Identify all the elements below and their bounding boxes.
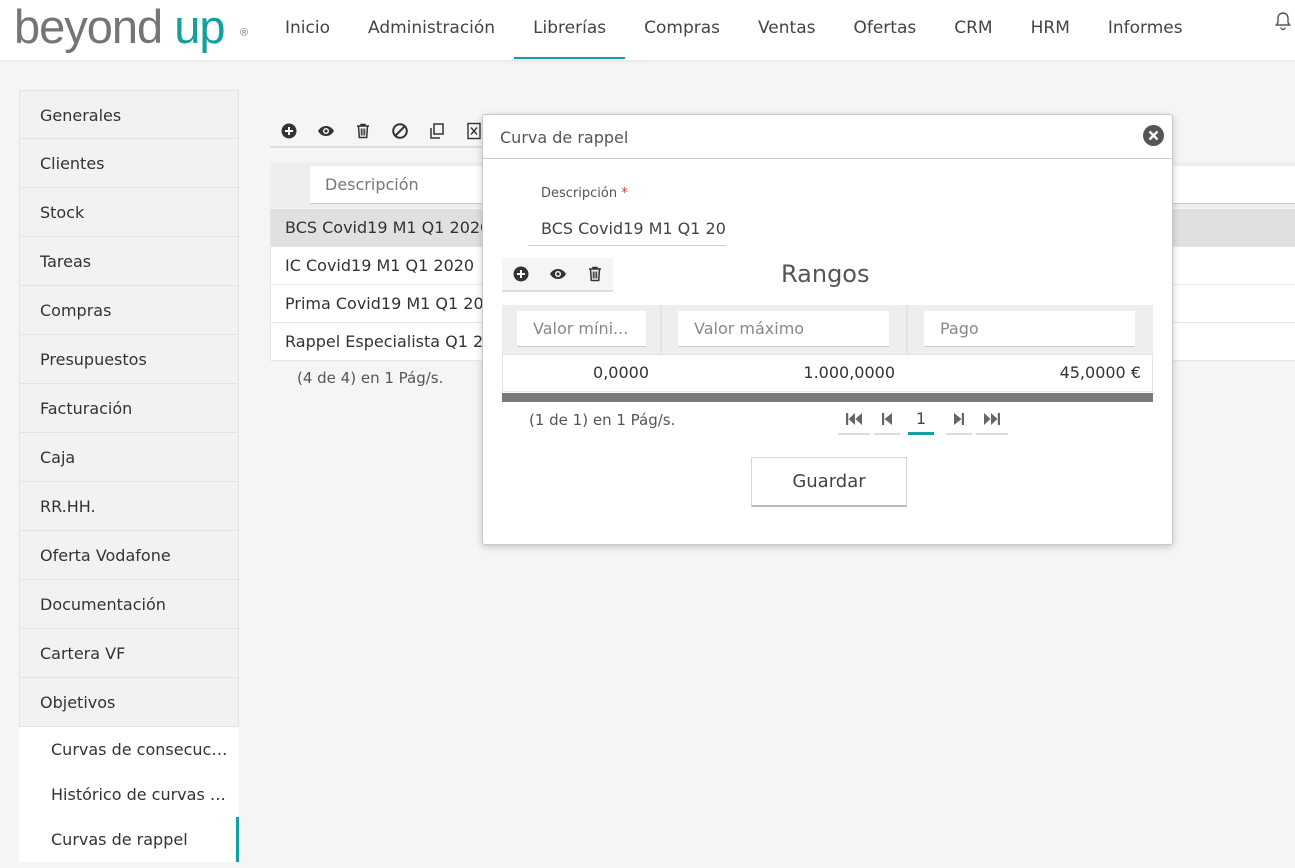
sidebar-subitem-curvas-rappel[interactable]: Curvas de rappel [19, 817, 239, 862]
required-mark: * [621, 186, 628, 201]
ban-icon [391, 122, 408, 139]
horizontal-scrollbar[interactable] [502, 393, 1153, 402]
sidebar-subitem-historico-curvas[interactable]: Histórico de curvas de consecución [19, 772, 239, 817]
sidebar-subitem-curvas-consecucion[interactable]: Curvas de consecución [19, 727, 239, 772]
nav-item-inicio[interactable]: Inicio [266, 0, 349, 60]
list-toolbar [270, 115, 492, 148]
delete-button[interactable] [344, 115, 381, 148]
logo-text-up: up [174, 0, 225, 53]
pago-cell: 45,0000 € [1059, 363, 1141, 382]
close-icon[interactable] [1142, 124, 1165, 147]
column-divider [660, 305, 662, 354]
max-value-cell: 1.000,0000 [803, 363, 895, 382]
view-range-button[interactable] [539, 258, 576, 292]
nav-item-ventas[interactable]: Ventas [739, 0, 834, 60]
logo-registered-mark: ® [240, 27, 248, 39]
view-button[interactable] [307, 115, 344, 148]
copy-icon [429, 122, 444, 139]
sidebar-item-stock[interactable]: Stock [19, 188, 239, 237]
logo-text-beyond: beyond [14, 0, 163, 53]
excel-icon [466, 122, 481, 139]
max-value-filter[interactable]: Valor máximo [678, 311, 889, 347]
trash-icon [356, 123, 369, 138]
copy-button[interactable] [418, 115, 455, 148]
delete-range-button[interactable] [576, 258, 613, 292]
disable-button[interactable] [381, 115, 418, 148]
description-label-text: Descripción [541, 186, 618, 201]
ranges-title: Rangos [781, 260, 870, 288]
first-page-button[interactable] [838, 405, 870, 435]
main-nav: Inicio Administración Librerías Compras … [266, 0, 1202, 60]
sidebar-item-facturacion[interactable]: Facturación [19, 384, 239, 433]
column-divider [906, 305, 908, 354]
curva-rappel-dialog: Curva de rappel Descripción * Rangos Val… [482, 114, 1173, 545]
prev-page-button[interactable] [874, 405, 900, 435]
eye-icon [549, 269, 566, 279]
dialog-title: Curva de rappel [500, 128, 629, 147]
nav-item-compras[interactable]: Compras [625, 0, 739, 60]
min-value-filter[interactable]: Valor míni... [517, 311, 646, 347]
nav-item-administracion[interactable]: Administración [349, 0, 514, 60]
trash-icon [588, 266, 601, 282]
description-label: Descripción * [541, 186, 628, 201]
pago-filter[interactable]: Pago [924, 311, 1135, 347]
list-paginator-summary: (4 de 4) en 1 Pág/s. [297, 369, 444, 387]
next-page-button[interactable] [946, 405, 972, 435]
prev-page-icon [882, 413, 892, 425]
nav-item-ofertas[interactable]: Ofertas [834, 0, 935, 60]
sidebar: Generales Clientes Stock Tareas Compras … [19, 90, 239, 862]
dialog-header: Curva de rappel [483, 115, 1172, 159]
eye-icon [317, 125, 334, 136]
nav-item-hrm[interactable]: HRM [1012, 0, 1089, 60]
nav-item-informes[interactable]: Informes [1089, 0, 1202, 60]
nav-item-crm[interactable]: CRM [935, 0, 1011, 60]
first-page-icon [846, 413, 862, 425]
bell-icon[interactable] [1272, 10, 1294, 32]
plus-circle-icon [281, 123, 296, 138]
top-navbar: beyond up ® Inicio Administración Librer… [0, 0, 1295, 60]
save-button[interactable]: Guardar [751, 457, 907, 507]
sidebar-item-clientes[interactable]: Clientes [19, 139, 239, 188]
plus-circle-icon [513, 266, 528, 282]
nav-item-librerias[interactable]: Librerías [514, 0, 626, 60]
next-page-icon [954, 413, 964, 425]
pagination: 1 [838, 405, 1012, 435]
sidebar-item-documentacion[interactable]: Documentación [19, 580, 239, 629]
sidebar-item-caja[interactable]: Caja [19, 433, 239, 482]
ranges-toolbar [502, 258, 613, 292]
sidebar-item-objetivos[interactable]: Objetivos [19, 678, 239, 727]
sidebar-item-rrhh[interactable]: RR.HH. [19, 482, 239, 531]
sidebar-item-compras[interactable]: Compras [19, 286, 239, 335]
table-row[interactable]: 0,0000 1.000,0000 45,0000 € [502, 354, 1153, 392]
add-range-button[interactable] [502, 258, 539, 292]
sidebar-item-tareas[interactable]: Tareas [19, 237, 239, 286]
sidebar-item-generales[interactable]: Generales [19, 90, 239, 139]
last-page-button[interactable] [976, 405, 1008, 435]
logo[interactable]: beyond up ® [14, 0, 248, 53]
add-button[interactable] [270, 115, 307, 148]
description-input[interactable] [528, 211, 726, 246]
min-value-cell: 0,0000 [593, 363, 649, 382]
sidebar-item-oferta-vodafone[interactable]: Oferta Vodafone [19, 531, 239, 580]
last-page-icon [984, 413, 1000, 425]
ranges-table-header: Valor míni... Valor máximo Pago [502, 305, 1153, 354]
page-number-button[interactable]: 1 [908, 405, 934, 435]
sidebar-item-cartera-vf[interactable]: Cartera VF [19, 629, 239, 678]
ranges-paginator-summary: (1 de 1) en 1 Pág/s. [529, 411, 676, 429]
sidebar-item-presupuestos[interactable]: Presupuestos [19, 335, 239, 384]
